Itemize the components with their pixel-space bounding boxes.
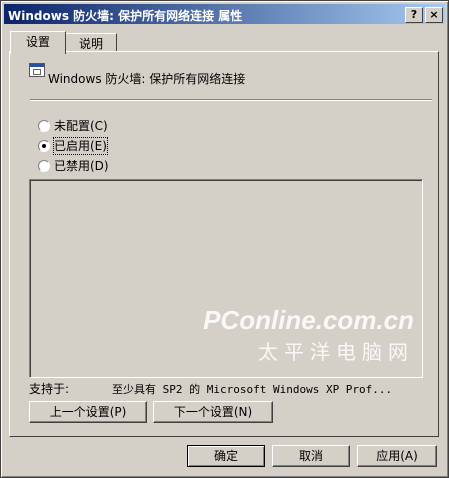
policy-icon	[29, 63, 45, 77]
radio-button[interactable]	[38, 120, 50, 132]
cancel-button[interactable]: 取消	[272, 445, 350, 467]
policy-title: Windows 防火墙: 保护所有网络连接	[48, 72, 246, 86]
watermark-logo: PConline.com.cn 太平洋电脑网	[203, 305, 414, 365]
watermark-main: PConline.com.cn	[203, 305, 414, 335]
help-button[interactable]: ?	[405, 7, 423, 23]
radio-label: 已禁用(D)	[54, 159, 109, 173]
radio-button[interactable]	[38, 160, 50, 172]
title-bar[interactable]: Windows 防火墙: 保护所有网络连接 属性 ? ×	[4, 4, 445, 24]
settings-panel: Windows 防火墙: 保护所有网络连接 未配置(C) 已启用(E) 已禁用(…	[9, 51, 439, 437]
window-title: Windows 防火墙: 保护所有网络连接 属性	[8, 9, 243, 23]
radio-label: 未配置(C)	[54, 119, 108, 133]
radio-button-checked[interactable]	[38, 140, 50, 152]
options-area: PConline.com.cn 太平洋电脑网	[29, 179, 423, 378]
support-label: 支持于:	[29, 382, 70, 396]
close-button[interactable]: ×	[425, 7, 443, 23]
properties-dialog: Windows 防火墙: 保护所有网络连接 属性 ? × 设置 说明 Windo…	[0, 0, 449, 478]
separator	[30, 99, 432, 101]
next-setting-button[interactable]: 下一个设置(N)	[153, 401, 273, 423]
watermark-sub: 太平洋电脑网	[258, 340, 414, 364]
tab-settings[interactable]: 设置	[10, 31, 66, 54]
previous-setting-button[interactable]: 上一个设置(P)	[29, 401, 147, 423]
ok-button[interactable]: 确定	[187, 445, 265, 467]
support-value: 至少具有 SP2 的 Microsoft Windows XP Prof...	[112, 383, 393, 396]
apply-button[interactable]: 应用(A)	[357, 445, 437, 467]
radio-label: 已启用(E)	[53, 137, 108, 155]
